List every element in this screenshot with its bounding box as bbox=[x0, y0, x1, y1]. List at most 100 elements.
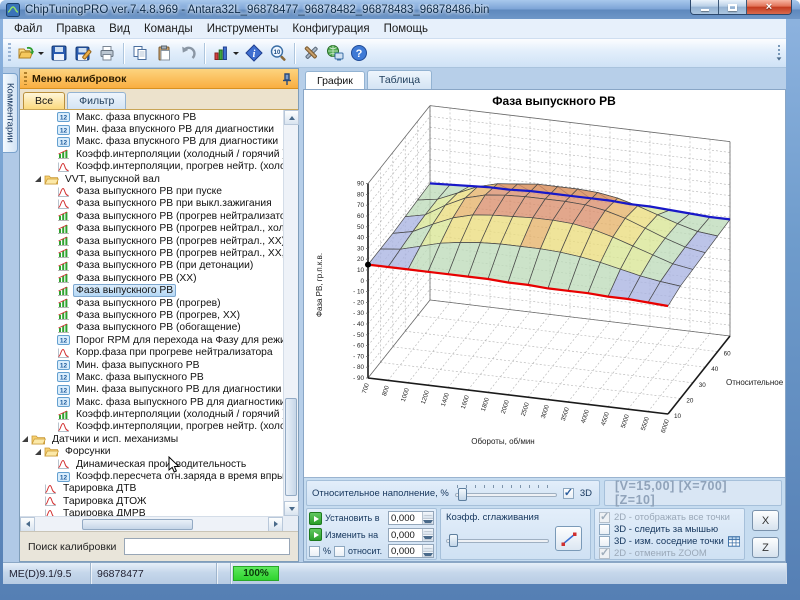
checkbox-relative[interactable] bbox=[334, 546, 345, 557]
menu-item-1[interactable]: Файл bbox=[7, 21, 49, 37]
set-to-spinner[interactable]: 0,000 bbox=[388, 511, 434, 525]
grid-table-icon[interactable] bbox=[728, 536, 740, 547]
z-axis-button[interactable]: Z bbox=[752, 537, 779, 558]
maximize-button[interactable] bbox=[719, 0, 747, 14]
tab-graph[interactable]: График bbox=[305, 71, 365, 90]
scroll-down-icon[interactable] bbox=[284, 501, 299, 516]
help-button[interactable]: ? bbox=[347, 41, 371, 66]
expander-icon[interactable] bbox=[22, 436, 28, 442]
paste-button[interactable] bbox=[152, 41, 176, 66]
menu-item-4[interactable]: Команды bbox=[137, 21, 200, 37]
slider-thumb[interactable] bbox=[449, 534, 458, 547]
tree-item[interactable]: Фаза выпускного РВ при пуске bbox=[20, 185, 283, 197]
tree-item[interactable]: 12Макс. фаза впускного РВ bbox=[20, 111, 283, 123]
tab-filter[interactable]: Фильтр bbox=[67, 92, 126, 109]
relative-value[interactable]: 0,000 bbox=[389, 545, 422, 557]
tree-item[interactable]: Фаза выпускного РВ (прогрев нейтрализато… bbox=[20, 210, 283, 222]
open-file-button[interactable] bbox=[14, 41, 47, 66]
search-input[interactable] bbox=[124, 538, 290, 555]
save-as-button[interactable] bbox=[71, 41, 95, 66]
menu-item-7[interactable]: Помощь bbox=[377, 21, 435, 37]
x-axis-button[interactable]: X bbox=[752, 510, 779, 531]
tree-folder[interactable]: Форсунки bbox=[20, 446, 283, 458]
tree-item[interactable]: Коэфф.интерполяции, прогрев нейтр. (холо… bbox=[20, 421, 283, 433]
tree-folder[interactable]: VVT, выпускной вал bbox=[20, 173, 283, 185]
save-button[interactable] bbox=[47, 41, 71, 66]
undo-button[interactable] bbox=[176, 41, 200, 66]
mode-checkbox-4[interactable] bbox=[599, 548, 610, 559]
tree-item[interactable]: Фаза выпускного РВ (ХХ) bbox=[20, 272, 283, 284]
relative-spinner[interactable]: 0,000 bbox=[388, 544, 434, 558]
tree-item[interactable]: Тарировка ДМРВ bbox=[20, 508, 283, 517]
tree-item[interactable]: Фаза выпускного РВ bbox=[20, 284, 283, 296]
tree-item[interactable]: 12Порог RPM для перехода на Фазу для реж… bbox=[20, 334, 283, 346]
vertical-scroll-thumb[interactable] bbox=[285, 398, 297, 495]
tree-item[interactable]: Тарировка ДТВ bbox=[20, 483, 283, 495]
tree-item[interactable]: Корр.фаза при прогреве нейтрализатора bbox=[20, 346, 283, 358]
surface-chart[interactable]: 9080706050403020100- 10- 20- 30- 40- 50-… bbox=[304, 90, 785, 479]
slider-thumb[interactable] bbox=[458, 488, 467, 501]
menu-item-5[interactable]: Инструменты bbox=[200, 21, 286, 37]
load-slider[interactable] bbox=[455, 485, 557, 501]
minimize-button[interactable] bbox=[691, 0, 719, 14]
spinner-arrows[interactable] bbox=[422, 545, 433, 557]
calibration-panel-header[interactable]: Меню калибровок bbox=[20, 69, 298, 89]
horizontal-scroll-thumb[interactable] bbox=[82, 519, 192, 530]
tree-item[interactable]: Фаза выпускного РВ (прогрев нейтрал., ХХ… bbox=[20, 235, 283, 247]
tree-folder[interactable]: Датчики и исп. механизмы bbox=[20, 433, 283, 445]
tree-item[interactable]: Фаза выпускного РВ (обогащение) bbox=[20, 322, 283, 334]
tree-item[interactable]: Фаза выпускного РВ (прогрев) bbox=[20, 297, 283, 309]
tree-horizontal-scrollbar[interactable] bbox=[20, 516, 283, 531]
apply-change-button[interactable] bbox=[309, 528, 322, 541]
tree-item[interactable]: Коэфф.интерполяции, прогрев нейтр. (холо… bbox=[20, 161, 283, 173]
copy-button[interactable] bbox=[128, 41, 152, 66]
tree-item[interactable]: Фаза выпускного РВ (прогрев нейтрал., хо… bbox=[20, 223, 283, 235]
tab-table[interactable]: Таблица bbox=[367, 70, 432, 89]
toolbar-grip[interactable] bbox=[8, 43, 11, 63]
comments-vertical-tab[interactable]: Комментарии bbox=[3, 73, 18, 153]
tree-item[interactable]: Коэфф.интерполяции (холодный / горячий ) bbox=[20, 148, 283, 160]
tools-button[interactable] bbox=[299, 41, 323, 66]
change-by-spinner[interactable]: 0,000 bbox=[388, 528, 434, 542]
info-button[interactable]: i bbox=[242, 41, 266, 66]
checkbox-percent[interactable] bbox=[309, 546, 320, 557]
slider-track[interactable] bbox=[455, 493, 557, 497]
slider-track[interactable] bbox=[446, 539, 549, 543]
tree-item[interactable]: 12Коэфф.пересчета отн.заряда в время впр… bbox=[20, 470, 283, 482]
expander-icon[interactable] bbox=[35, 449, 41, 455]
pin-icon[interactable] bbox=[280, 72, 294, 86]
tab-all[interactable]: Все bbox=[23, 92, 65, 109]
close-button[interactable]: × bbox=[747, 0, 791, 14]
chart-compare-button[interactable] bbox=[209, 41, 242, 66]
tree-item[interactable]: 12Макс. фаза впускного РВ для диагностик… bbox=[20, 136, 283, 148]
print-button[interactable] bbox=[95, 41, 119, 66]
tree-item[interactable]: Фаза выпускного РВ (прогрев, ХХ) bbox=[20, 309, 283, 321]
tree-item[interactable]: 12Макс. фаза выпускного РВ bbox=[20, 371, 283, 383]
mode-checkbox-2[interactable] bbox=[599, 524, 610, 535]
mode-checkbox-1[interactable] bbox=[599, 512, 610, 523]
find-value-button[interactable]: 10 bbox=[266, 41, 290, 66]
scroll-left-icon[interactable] bbox=[20, 517, 35, 532]
spinner-arrows[interactable] bbox=[422, 529, 433, 541]
connection-button[interactable] bbox=[323, 41, 347, 66]
tree-item[interactable]: Фаза выпускного РВ (прогрев нейтрал., ХХ… bbox=[20, 247, 283, 259]
menu-item-2[interactable]: Правка bbox=[49, 21, 102, 37]
tree-item[interactable]: 12Макс. фаза выпускного РВ для диагности… bbox=[20, 396, 283, 408]
apply-set-button[interactable] bbox=[309, 512, 322, 525]
smoothing-apply-button[interactable] bbox=[555, 526, 582, 551]
tree-vertical-scrollbar[interactable] bbox=[283, 110, 298, 516]
checkbox-3d[interactable] bbox=[563, 488, 574, 499]
title-bar[interactable]: ChipTuningPRO ver.7.4.8.969 - Antara32L_… bbox=[0, 0, 800, 19]
smoothing-slider[interactable] bbox=[446, 531, 549, 547]
menu-item-3[interactable]: Вид bbox=[102, 21, 137, 37]
tree-item[interactable]: Тарировка ДТОЖ bbox=[20, 495, 283, 507]
expander-icon[interactable] bbox=[35, 176, 41, 182]
spinner-arrows[interactable] bbox=[422, 512, 433, 524]
dropdown-arrow-icon[interactable] bbox=[38, 52, 44, 55]
tree-item[interactable]: Динамическая производительность bbox=[20, 458, 283, 470]
scroll-right-icon[interactable] bbox=[268, 517, 283, 532]
tree-item[interactable]: 12Мин. фаза выпускного РВ для диагностик… bbox=[20, 384, 283, 396]
scroll-up-icon[interactable] bbox=[284, 110, 299, 125]
tree-item[interactable]: Фаза выпускного РВ (при детонации) bbox=[20, 260, 283, 272]
change-by-value[interactable]: 0,000 bbox=[389, 529, 422, 541]
